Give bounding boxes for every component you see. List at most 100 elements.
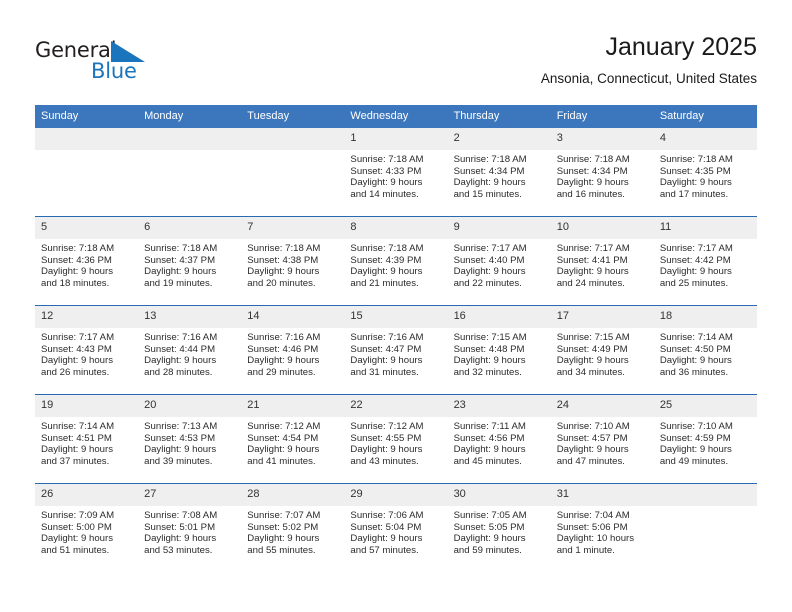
day-cell-content: 3 Sunrise: 7:18 AM Sunset: 4:34 PM Daylight…	[550, 128, 654, 216]
calendar-day-cell[interactable]: 26 Sunrise: 7:09 AM Sunset: 5:00 PM Dayligh…	[35, 483, 139, 572]
calendar-day-cell[interactable]: 30 Sunrise: 7:05 AM Sunset: 5:05 PM Dayligh…	[447, 483, 551, 572]
day-number: 6	[138, 217, 242, 239]
sunrise-line: Sunrise: 7:18 AM	[350, 243, 424, 254]
day-number: 29	[344, 484, 448, 506]
calendar-day-cell[interactable]: 6 Sunrise: 7:18 AM Sunset: 4:37 PM Daylight…	[138, 216, 242, 306]
calendar-day-cell[interactable]: 14 Sunrise: 7:16 AM Sunset: 4:46 PM Dayligh…	[241, 305, 345, 395]
daylight-line: Daylight: 9 hours	[659, 177, 732, 189]
calendar-day-cell[interactable]: 11 Sunrise: 7:17 AM Sunset: 4:42 PM Dayligh…	[653, 216, 757, 306]
sunrise-line: Sunrise: 7:15 AM	[556, 332, 630, 343]
calendar-day-cell[interactable]: 12 Sunrise: 7:17 AM Sunset: 4:43 PM Dayligh…	[35, 305, 139, 395]
daylight-line: Daylight: 9 hours	[453, 355, 526, 367]
calendar-day-cell[interactable]: 20 Sunrise: 7:13 AM Sunset: 4:53 PM Dayligh…	[138, 394, 242, 484]
calendar-day-cell[interactable]: 2 Sunrise: 7:18 AM Sunset: 4:34 PM Daylight…	[447, 128, 551, 217]
calendar-day-cell[interactable]: 3 Sunrise: 7:18 AM Sunset: 4:34 PM Daylight…	[550, 128, 654, 217]
day-number: 3	[550, 128, 654, 150]
day-sun-info: Sunrise: 7:18 AM Sunset: 4:34 PM Daylight:…	[551, 150, 654, 200]
daylight-line-cont: and 57 minutes.	[350, 544, 419, 556]
sunrise-line: Sunrise: 7:18 AM	[247, 243, 321, 254]
day-number: 2	[447, 128, 551, 150]
calendar-week-row: 5 Sunrise: 7:18 AM Sunset: 4:36 PM Daylight…	[35, 216, 757, 306]
calendar-week-row: 1 Sunrise: 7:18 AM Sunset: 4:33 PM Daylight…	[35, 128, 757, 217]
day-cell-content: 7 Sunrise: 7:18 AM Sunset: 4:38 PM Daylight…	[241, 217, 345, 305]
day-sun-info	[138, 150, 241, 154]
sunset-line: Sunset: 5:00 PM	[41, 521, 112, 533]
calendar-empty-cell	[241, 128, 345, 217]
calendar-week-row: 26 Sunrise: 7:09 AM Sunset: 5:00 PM Dayligh…	[35, 483, 757, 572]
sunset-line: Sunset: 5:05 PM	[453, 521, 525, 533]
sunrise-sunset-calendar: Sunday Monday Tuesday Wednesday Thursday Frid…	[35, 105, 757, 572]
daylight-line: Daylight: 9 hours	[453, 177, 526, 189]
daylight-line: Daylight: 9 hours	[659, 266, 732, 278]
day-cell-content: 4 Sunrise: 7:18 AM Sunset: 4:35 PM Daylight…	[653, 128, 757, 216]
calendar-day-cell[interactable]: 27 Sunrise: 7:08 AM Sunset: 5:01 PM Dayligh…	[138, 483, 242, 572]
sunset-line: Sunset: 4:41 PM	[556, 254, 628, 266]
day-number	[241, 128, 345, 150]
calendar-day-cell[interactable]: 13 Sunrise: 7:16 AM Sunset: 4:44 PM Dayligh…	[138, 305, 242, 395]
calendar-day-cell[interactable]: 5 Sunrise: 7:18 AM Sunset: 4:36 PM Daylight…	[35, 216, 139, 306]
calendar-day-cell[interactable]: 10 Sunrise: 7:17 AM Sunset: 4:41 PM Dayligh…	[550, 216, 654, 306]
day-number: 14	[241, 306, 345, 328]
day-cell-content: 11 Sunrise: 7:17 AM Sunset: 4:42 PM Dayligh…	[653, 217, 757, 305]
calendar-day-cell[interactable]: 25 Sunrise: 7:10 AM Sunset: 4:59 PM Dayligh…	[653, 394, 757, 484]
calendar-day-cell[interactable]: 23 Sunrise: 7:11 AM Sunset: 4:56 PM Dayligh…	[447, 394, 551, 484]
day-cell-content: 10 Sunrise: 7:17 AM Sunset: 4:41 PM Dayligh…	[550, 217, 654, 305]
sunset-line: Sunset: 4:55 PM	[350, 432, 422, 444]
day-number: 15	[344, 306, 448, 328]
daylight-line-cont: and 14 minutes.	[350, 188, 419, 200]
calendar-day-cell[interactable]: 16 Sunrise: 7:15 AM Sunset: 4:48 PM Dayligh…	[447, 305, 551, 395]
calendar-day-cell[interactable]: 15 Sunrise: 7:16 AM Sunset: 4:47 PM Dayligh…	[344, 305, 448, 395]
calendar-day-cell[interactable]: 1 Sunrise: 7:18 AM Sunset: 4:33 PM Daylight…	[344, 128, 448, 217]
sunset-line: Sunset: 4:56 PM	[453, 432, 525, 444]
calendar-day-cell[interactable]: 29 Sunrise: 7:06 AM Sunset: 5:04 PM Dayligh…	[344, 483, 448, 572]
day-number: 22	[344, 395, 448, 417]
calendar-day-cell[interactable]: 31 Sunrise: 7:04 AM Sunset: 5:06 PM Dayligh…	[550, 483, 654, 572]
calendar-day-cell[interactable]: 9 Sunrise: 7:17 AM Sunset: 4:40 PM Daylight…	[447, 216, 551, 306]
daylight-line: Daylight: 9 hours	[350, 266, 423, 278]
day-sun-info: Sunrise: 7:16 AM Sunset: 4:44 PM Daylight:…	[138, 328, 241, 378]
day-sun-info: Sunrise: 7:04 AM Sunset: 5:06 PM Daylight:…	[551, 506, 654, 556]
calendar-day-cell[interactable]: 22 Sunrise: 7:12 AM Sunset: 4:55 PM Dayligh…	[344, 394, 448, 484]
daylight-line: Daylight: 9 hours	[453, 444, 526, 456]
day-cell-content: 6 Sunrise: 7:18 AM Sunset: 4:37 PM Daylight…	[138, 217, 242, 305]
calendar-day-cell[interactable]: 7 Sunrise: 7:18 AM Sunset: 4:38 PM Daylight…	[241, 216, 345, 306]
sunrise-line: Sunrise: 7:16 AM	[350, 332, 424, 343]
daylight-line: Daylight: 9 hours	[41, 533, 113, 545]
calendar-day-cell[interactable]: 8 Sunrise: 7:18 AM Sunset: 4:39 PM Daylight…	[344, 216, 448, 306]
day-number	[35, 128, 139, 150]
daylight-line-cont: and 24 minutes.	[556, 277, 625, 289]
calendar-empty-cell	[653, 483, 757, 572]
calendar-day-cell[interactable]: 17 Sunrise: 7:15 AM Sunset: 4:49 PM Dayligh…	[550, 305, 654, 395]
day-sun-info: Sunrise: 7:15 AM Sunset: 4:48 PM Daylight:…	[448, 328, 551, 378]
daylight-line-cont: and 15 minutes.	[453, 188, 522, 200]
weekday-header-tuesday: Tuesday	[241, 105, 345, 128]
day-cell-content: 27 Sunrise: 7:08 AM Sunset: 5:01 PM Dayligh…	[138, 484, 242, 572]
daylight-line: Daylight: 9 hours	[350, 355, 423, 367]
calendar-day-cell[interactable]: 19 Sunrise: 7:14 AM Sunset: 4:51 PM Dayligh…	[35, 394, 139, 484]
day-number: 11	[653, 217, 757, 239]
sunrise-line: Sunrise: 7:06 AM	[350, 510, 424, 521]
calendar-empty-cell	[35, 128, 139, 217]
calendar-day-cell[interactable]: 24 Sunrise: 7:10 AM Sunset: 4:57 PM Dayligh…	[550, 394, 654, 484]
calendar-day-cell[interactable]: 28 Sunrise: 7:07 AM Sunset: 5:02 PM Dayligh…	[241, 483, 345, 572]
daylight-line-cont: and 17 minutes.	[659, 188, 729, 200]
calendar-day-cell[interactable]: 4 Sunrise: 7:18 AM Sunset: 4:35 PM Daylight…	[653, 128, 757, 217]
daylight-line-cont: and 45 minutes.	[453, 455, 522, 467]
daylight-line: Daylight: 9 hours	[453, 533, 526, 545]
sunset-line: Sunset: 4:53 PM	[144, 432, 216, 444]
day-number: 18	[653, 306, 757, 328]
calendar-day-cell[interactable]: 18 Sunrise: 7:14 AM Sunset: 4:50 PM Dayligh…	[653, 305, 757, 395]
sunrise-line: Sunrise: 7:18 AM	[659, 154, 733, 165]
logo-text-blue: Blue	[91, 59, 137, 83]
day-cell-content: 20 Sunrise: 7:13 AM Sunset: 4:53 PM Dayligh…	[138, 395, 242, 483]
day-sun-info	[35, 150, 138, 154]
day-cell-content	[653, 484, 757, 572]
sunrise-line: Sunrise: 7:15 AM	[453, 332, 527, 343]
day-number: 23	[447, 395, 551, 417]
sunset-line: Sunset: 4:48 PM	[453, 343, 525, 355]
sunrise-line: Sunrise: 7:17 AM	[453, 243, 527, 254]
calendar-day-cell[interactable]: 21 Sunrise: 7:12 AM Sunset: 4:54 PM Dayligh…	[241, 394, 345, 484]
day-cell-content: 23 Sunrise: 7:11 AM Sunset: 4:56 PM Dayligh…	[447, 395, 551, 483]
day-sun-info: Sunrise: 7:11 AM Sunset: 4:56 PM Daylight:…	[448, 417, 551, 467]
daylight-line: Daylight: 9 hours	[247, 533, 320, 545]
